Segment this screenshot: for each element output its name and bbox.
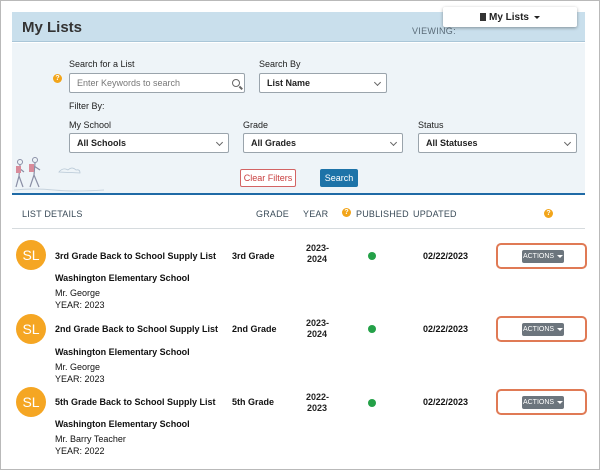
list-year: YEAR: 2022	[55, 446, 105, 456]
list-name[interactable]: 5th Grade Back to School Supply List	[55, 397, 216, 407]
caret-down-icon	[534, 15, 540, 19]
chevron-down-icon	[215, 138, 224, 147]
year-end: 2024	[306, 254, 328, 264]
grade-label: Grade	[243, 120, 269, 130]
school-name: Washington Elementary School	[55, 347, 190, 357]
viewing-value: My Lists	[488, 11, 529, 23]
caret-down-icon	[557, 401, 564, 404]
year-start: 2023-	[306, 243, 330, 253]
page-title: My Lists	[22, 19, 83, 36]
actions-label: ACTIONS	[522, 253, 555, 260]
status-select[interactable]: All Statuses	[418, 133, 577, 153]
year-range: 2022- 2023	[306, 392, 330, 414]
caret-down-icon	[557, 328, 564, 331]
search-icon[interactable]	[232, 79, 240, 87]
search-input[interactable]: Enter Keywords to search	[69, 73, 245, 93]
filter-by-label: Filter By:	[69, 101, 105, 111]
search-by-value: List Name	[267, 78, 311, 88]
actions-highlight: ACTIONS	[496, 243, 587, 269]
actions-button[interactable]: ACTIONS	[522, 396, 564, 409]
year-range: 2023- 2024	[306, 318, 330, 340]
list-year: YEAR: 2023	[55, 300, 105, 310]
year-start: 2023-	[306, 318, 330, 328]
teacher-name: Mr. Barry Teacher	[55, 434, 126, 444]
school-label: My School	[69, 120, 112, 130]
caret-down-icon	[557, 255, 564, 258]
avatar: SL	[16, 240, 46, 270]
grade-value: 2nd Grade	[232, 324, 277, 334]
column-published: PUBLISHED	[356, 209, 409, 219]
chevron-down-icon	[563, 138, 572, 147]
year-start: 2022-	[306, 392, 330, 402]
actions-button[interactable]: ACTIONS	[522, 250, 564, 263]
teacher-name: Mr. George	[55, 362, 101, 372]
actions-button[interactable]: ACTIONS	[522, 323, 564, 336]
school-name: Washington Elementary School	[55, 419, 190, 429]
help-icon[interactable]: ?	[342, 208, 351, 217]
search-by-select[interactable]: List Name	[259, 73, 387, 93]
column-updated: UPDATED	[413, 209, 457, 219]
hikers-illustration	[14, 157, 104, 192]
grade-value: All Grades	[251, 138, 297, 148]
actions-label: ACTIONS	[522, 326, 555, 333]
search-by-label: Search By	[259, 59, 301, 69]
updated-date: 02/22/2023	[423, 251, 469, 261]
column-list-details: LIST DETAILS	[22, 209, 83, 219]
search-button[interactable]: Search	[320, 169, 358, 187]
year-range: 2023- 2024	[306, 243, 330, 265]
help-icon[interactable]: ?	[544, 209, 553, 218]
clear-filters-button[interactable]: Clear Filters	[240, 169, 296, 187]
grade-select[interactable]: All Grades	[243, 133, 403, 153]
actions-highlight: ACTIONS	[496, 316, 587, 342]
year-end: 2023	[306, 403, 328, 413]
published-indicator	[368, 399, 376, 407]
chevron-down-icon	[389, 138, 398, 147]
viewing-dropdown[interactable]: My Lists	[443, 7, 577, 27]
avatar: SL	[16, 387, 46, 417]
year-end: 2024	[306, 329, 328, 339]
document-icon	[479, 13, 486, 21]
column-year: YEAR	[303, 209, 329, 219]
updated-date: 02/22/2023	[423, 324, 469, 334]
search-label: Search for a List	[69, 59, 135, 69]
avatar: SL	[16, 314, 46, 344]
header-divider	[12, 228, 585, 229]
grade-value: 5th Grade	[232, 397, 275, 407]
grade-value: 3rd Grade	[232, 251, 275, 261]
column-grade: GRADE	[256, 209, 290, 219]
updated-date: 02/22/2023	[423, 397, 469, 407]
actions-label: ACTIONS	[522, 399, 555, 406]
list-name[interactable]: 3rd Grade Back to School Supply List	[55, 251, 216, 261]
school-name: Washington Elementary School	[55, 273, 190, 283]
status-value: All Statuses	[426, 138, 478, 148]
teacher-name: Mr. George	[55, 288, 101, 298]
list-name[interactable]: 2nd Grade Back to School Supply List	[55, 324, 218, 334]
school-value: All Schools	[77, 138, 127, 148]
list-year: YEAR: 2023	[55, 374, 105, 384]
chevron-down-icon	[373, 78, 382, 87]
published-indicator	[368, 325, 376, 333]
help-icon[interactable]: ?	[53, 74, 62, 83]
status-label: Status	[418, 120, 444, 130]
search-placeholder: Enter Keywords to search	[77, 78, 181, 88]
actions-highlight: ACTIONS	[496, 389, 587, 415]
viewing-label: VIEWING:	[412, 26, 456, 36]
published-indicator	[368, 252, 376, 260]
